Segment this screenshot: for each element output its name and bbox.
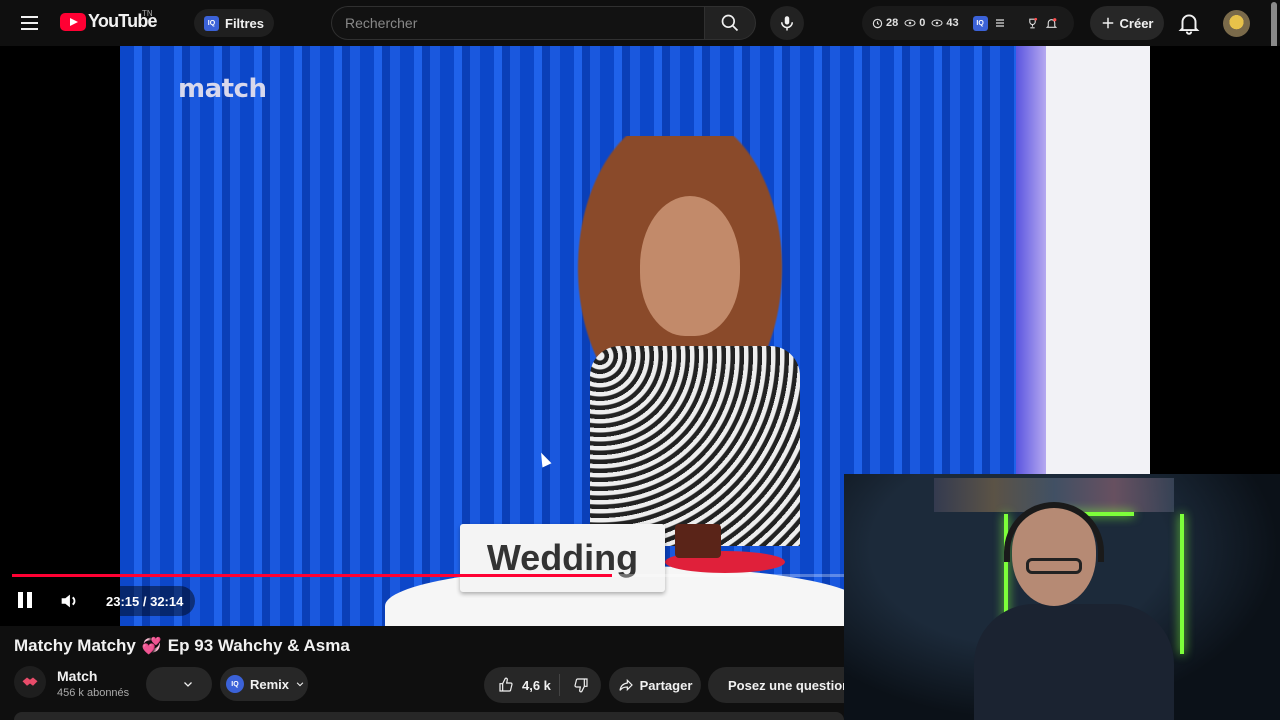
extension-stats-bar: 28 0 43 IQ <box>862 6 1074 40</box>
channel-name[interactable]: Match <box>57 668 97 684</box>
trophy-icon[interactable] <box>1026 17 1039 30</box>
video-title: Matchy Matchy 💞 Ep 93 Wahchy & Asma <box>14 636 350 656</box>
stat-eye-a[interactable]: 0 <box>904 17 925 29</box>
voice-search-button[interactable] <box>770 6 804 40</box>
share-label: Partager <box>639 677 693 693</box>
video-person <box>550 136 840 546</box>
create-button[interactable]: Créer <box>1090 6 1164 40</box>
search-button[interactable] <box>704 6 756 40</box>
iq-extension-icon: IQ <box>226 675 244 693</box>
filters-button[interactable]: IQ Filtres <box>194 9 275 37</box>
stat-eye-a-value: 0 <box>919 17 926 29</box>
video-title-part2: Ep 93 Wahchy & Asma <box>167 636 350 655</box>
webcam-green-light-right <box>1180 514 1184 654</box>
person-top <box>590 346 800 546</box>
stat-clock-value: 28 <box>886 17 899 29</box>
webcam-overlay <box>844 474 1280 720</box>
stat-eye-b-value: 43 <box>946 17 959 29</box>
notification-dot-icon[interactable] <box>1045 17 1058 30</box>
channel-avatar[interactable] <box>14 666 46 698</box>
logo-country-code: TN <box>142 9 153 18</box>
webcam-glasses <box>1026 558 1082 574</box>
webcam-shirt <box>974 604 1174 720</box>
search-input[interactable] <box>332 7 704 39</box>
heart-emoji: 💞 <box>141 638 162 655</box>
chevron-down-icon <box>296 682 304 687</box>
video-bright-wall <box>1046 46 1150 476</box>
handshake-icon <box>22 677 38 686</box>
thumbs-down-icon <box>573 678 588 693</box>
subscriber-count: 456 k abonnés <box>57 687 130 699</box>
share-icon <box>619 678 633 692</box>
list-icon[interactable] <box>994 17 1006 29</box>
iq-extension-icon: IQ <box>204 15 219 31</box>
plus-icon <box>1102 17 1113 29</box>
dislike-button[interactable] <box>560 667 601 703</box>
player-controls: 23:15 / 32:14 <box>0 582 844 622</box>
progress-fill <box>12 574 612 577</box>
person-face <box>640 196 740 336</box>
remix-button[interactable]: IQ Remix <box>220 667 308 701</box>
thumbs-up-icon <box>499 677 513 692</box>
iq-extension-icon[interactable]: IQ <box>972 15 988 31</box>
video-violet-light <box>1016 46 1046 476</box>
clock-icon <box>872 18 883 28</box>
video-watermark: match <box>178 74 267 104</box>
top-bar: YouTube TN IQ Filtres 28 0 43 IQ Créer <box>0 0 1280 158</box>
eye-icon <box>931 19 943 27</box>
filters-label: Filtres <box>225 15 265 31</box>
video-cake <box>675 524 721 558</box>
eye-icon <box>904 19 916 27</box>
pause-button[interactable] <box>18 592 36 610</box>
like-button[interactable]: 4,6 k <box>484 667 559 703</box>
subscribe-dropdown-button[interactable] <box>146 667 212 701</box>
menu-icon[interactable] <box>18 11 42 35</box>
search-box <box>331 6 704 40</box>
stat-eye-b[interactable]: 43 <box>931 17 959 29</box>
youtube-play-icon <box>60 12 86 31</box>
like-dislike-group: 4,6 k <box>484 667 601 703</box>
description-box-edge[interactable] <box>14 712 844 720</box>
youtube-logo[interactable]: YouTube TN <box>60 9 158 32</box>
like-count: 4,6 k <box>522 677 551 693</box>
bell-icon[interactable] <box>1176 10 1202 36</box>
share-button[interactable]: Partager <box>609 667 701 703</box>
progress-bar[interactable] <box>12 574 844 577</box>
volume-icon[interactable] <box>58 590 80 612</box>
stat-clock[interactable]: 28 <box>872 17 898 29</box>
search-icon <box>721 14 739 32</box>
video-title-part1: Matchy Matchy <box>14 636 136 655</box>
remix-label: Remix <box>250 676 290 692</box>
microphone-icon <box>781 16 793 31</box>
ask-question-button[interactable]: Posez une question <box>708 667 844 703</box>
user-avatar[interactable] <box>1223 10 1250 37</box>
create-label: Créer <box>1119 15 1154 31</box>
time-display: 23:15 / 32:14 <box>94 586 196 616</box>
ask-question-label: Posez une question <box>728 677 844 693</box>
chevron-down-icon <box>184 682 192 687</box>
